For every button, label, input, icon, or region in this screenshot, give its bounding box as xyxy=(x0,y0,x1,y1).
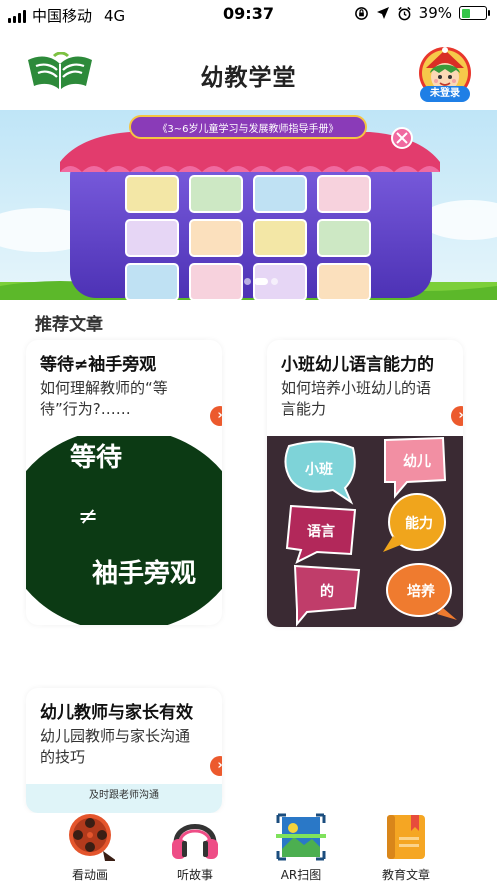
article-card[interactable]: 幼儿教师与家长有效 幼儿园教师与家长沟通的技巧 › 及时跟老师沟通 xyxy=(26,688,222,813)
thumbnail-text-line: ≠ xyxy=(78,502,98,530)
svg-text:小班: 小班 xyxy=(305,461,333,478)
carousel-indicator xyxy=(244,278,278,285)
battery-icon xyxy=(459,6,490,20)
status-icons: 39% xyxy=(354,4,490,22)
login-status-badge[interactable]: 未登录 xyxy=(420,86,470,102)
banner-tile xyxy=(125,219,179,257)
banner-tile xyxy=(317,263,371,300)
banner-tile xyxy=(317,175,371,213)
rotation-lock-icon xyxy=(354,6,368,20)
book-icon xyxy=(387,815,425,859)
article-desc: 幼儿园教师与家长沟通的技巧 xyxy=(40,727,191,766)
thumbnail-text-line: 袖手旁观 xyxy=(92,558,196,589)
carousel-dot xyxy=(271,278,278,285)
tab-label: AR扫图 xyxy=(280,868,322,882)
banner-carousel[interactable]: 《3~6岁儿童学习与发展教师指导手册》 xyxy=(0,110,497,300)
headphones-icon xyxy=(172,824,218,859)
chevron-right-icon[interactable]: › xyxy=(451,406,463,426)
article-title: 等待≠袖手旁观 xyxy=(40,355,157,375)
banner-tile xyxy=(317,219,371,257)
carousel-dot xyxy=(244,278,251,285)
article-card[interactable]: 小班幼儿语言能力的 如何培养小班幼儿的语言能力 › 小班 幼儿 语言 能力 xyxy=(267,340,463,627)
tab-label: 听故事 xyxy=(176,868,213,882)
article-desc: 如何培养小班幼儿的语言能力 xyxy=(281,379,432,418)
svg-text:语言: 语言 xyxy=(307,523,335,540)
section-title: 推荐文章 xyxy=(35,315,103,335)
svg-text:幼儿: 幼儿 xyxy=(403,453,431,470)
banner-tile xyxy=(189,175,243,213)
thumbnail-text-line: 等待 xyxy=(70,442,122,473)
carousel-dot xyxy=(254,278,268,285)
banner-tile xyxy=(189,263,243,300)
banner-tile xyxy=(253,219,307,257)
article-desc: 如何理解教师的“等待”行为?…… xyxy=(40,379,168,418)
status-bar: 中国移动 4G 09:37 39% xyxy=(0,0,497,28)
film-reel-icon xyxy=(69,814,115,861)
svg-text:培养: 培养 xyxy=(407,583,436,600)
banner-tile xyxy=(189,219,243,257)
battery-percent: 39% xyxy=(418,4,452,22)
article-thumbnail: 及时跟老师沟通 xyxy=(26,784,222,813)
chevron-right-icon[interactable]: › xyxy=(210,406,222,426)
ar-scan-icon xyxy=(276,813,326,861)
article-thumbnail: 等待 ≠ 袖手旁观 xyxy=(26,436,222,625)
banner-tile xyxy=(253,175,307,213)
tab-label: 教育文章 xyxy=(381,868,430,882)
svg-text:的: 的 xyxy=(320,583,334,600)
banner-title: 《3~6岁儿童学习与发展教师指导手册》 xyxy=(157,122,338,135)
article-thumbnail: 小班 幼儿 语言 能力 的 培养 xyxy=(267,436,463,627)
alarm-icon xyxy=(398,6,411,20)
svg-text:能力: 能力 xyxy=(405,515,433,532)
battery-level xyxy=(461,8,471,18)
banner-tile xyxy=(125,263,179,300)
article-title: 幼儿教师与家长有效 xyxy=(40,703,193,723)
banner-image: 《3~6岁儿童学习与发展教师指导手册》 xyxy=(0,110,497,300)
tab-label: 看动画 xyxy=(71,868,108,882)
article-card[interactable]: 等待≠袖手旁观 如何理解教师的“等待”行为?…… › 等待 ≠ 袖手旁观 xyxy=(26,340,222,625)
bottom-tab-bar: 看动画 听故事 AR扫图 教育文章 xyxy=(0,813,497,883)
banner-tile xyxy=(125,175,179,213)
chevron-right-icon[interactable]: › xyxy=(210,756,222,776)
article-title: 小班幼儿语言能力的 xyxy=(281,355,434,375)
location-icon xyxy=(376,7,389,19)
thumbnail-caption: 及时跟老师沟通 xyxy=(89,790,159,801)
